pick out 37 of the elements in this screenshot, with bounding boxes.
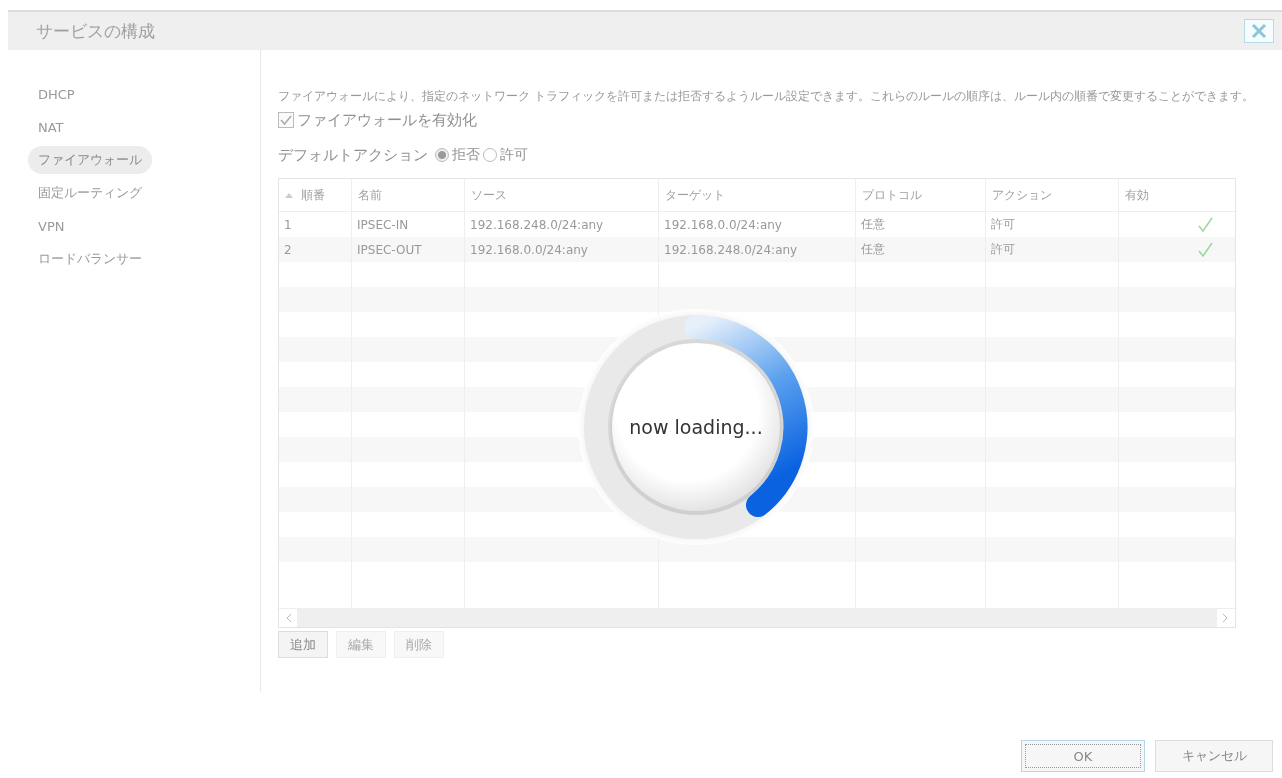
sidebar-item[interactable]: DHCP xyxy=(28,80,85,108)
default-action-label: デフォルトアクション xyxy=(278,145,428,165)
checkbox[interactable] xyxy=(278,112,294,128)
close-button[interactable] xyxy=(1244,19,1274,43)
column-header[interactable]: 名前 xyxy=(352,179,465,211)
table-cell: 任意 xyxy=(856,237,986,262)
radio-label: 拒否 xyxy=(452,146,480,164)
sidebar-item[interactable]: 固定ルーティング xyxy=(28,179,152,207)
radio-label: 許可 xyxy=(500,146,528,164)
table-cell: IPSEC-OUT xyxy=(352,237,465,262)
sidebar-item[interactable]: NAT xyxy=(28,113,74,141)
column-header[interactable]: ターゲット xyxy=(659,179,856,211)
sidebar-item[interactable]: VPN xyxy=(28,212,75,240)
loading-text: now loading... xyxy=(629,416,763,438)
radio-button[interactable] xyxy=(435,148,449,162)
column-header[interactable]: プロトコル xyxy=(856,179,986,211)
table-cell: 192.168.0.0/24:any xyxy=(465,237,659,262)
close-icon xyxy=(1250,23,1268,39)
checkbox-label: ファイアウォールを有効化 xyxy=(297,110,477,130)
ok-button[interactable]: OK xyxy=(1021,740,1145,772)
scroll-right-icon[interactable] xyxy=(1221,613,1229,623)
table-cell: 2 xyxy=(279,237,352,262)
table-cell: 許可 xyxy=(986,237,1119,262)
column-header[interactable]: アクション xyxy=(986,179,1119,211)
column-header[interactable]: 順番 xyxy=(279,179,352,211)
toolbar-button[interactable]: 追加 xyxy=(278,631,328,658)
description-text: ファイアウォールにより、指定のネットワーク トラフィックを許可または拒否するようルール設定できます。これらのルールの順序は、ルール内の順番で変更することができます。 xyxy=(278,88,1254,104)
dialog-title: サービスの構成 xyxy=(36,19,155,43)
sidebar-item[interactable]: ロードバランサー xyxy=(28,245,152,273)
column-header[interactable]: ソース xyxy=(465,179,659,211)
sidebar-item[interactable]: ファイアウォール xyxy=(28,146,152,174)
radio-button[interactable] xyxy=(483,148,497,162)
scroll-left-icon[interactable] xyxy=(285,613,293,623)
horizontal-scrollbar[interactable] xyxy=(279,608,1235,627)
cancel-button[interactable]: キャンセル xyxy=(1155,740,1273,772)
table-cell: 192.168.248.0/24:any xyxy=(659,237,856,262)
column-header[interactable]: 有効 xyxy=(1119,179,1235,211)
